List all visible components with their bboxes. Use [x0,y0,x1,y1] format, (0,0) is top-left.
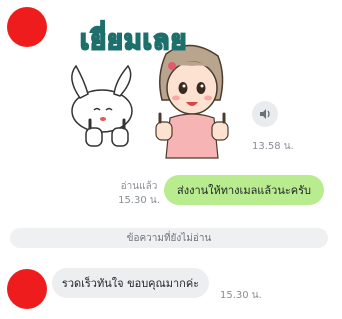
rabbit-icon [71,64,133,147]
read-label: อ่านแล้ว [120,181,158,192]
sticker-timestamp: 13.58 น. [252,141,294,152]
sticker-image[interactable]: เยี่ยมเลย [58,18,246,163]
outgoing-message-bubble[interactable]: ส่งงานให้ทางเมลแล้วนะครับ [164,175,324,205]
speaker-icon [260,109,270,119]
outgoing-timestamp: 15.30 น. [118,195,160,206]
read-receipt: อ่านแล้ว 15.30 น. [118,180,160,208]
incoming-message-bubble[interactable]: รวดเร็วทันใจ ขอบคุณมากค่ะ [52,268,209,298]
incoming-timestamp: 15.30 น. [220,290,262,301]
play-sound-button[interactable] [252,101,278,127]
unread-messages-divider: ข้อความที่ยังไม่อ่าน [10,228,328,248]
sticker-title: เยี่ยมเลย [79,24,188,57]
avatar[interactable] [7,269,47,309]
girl-icon [155,44,229,159]
avatar[interactable] [7,7,47,47]
